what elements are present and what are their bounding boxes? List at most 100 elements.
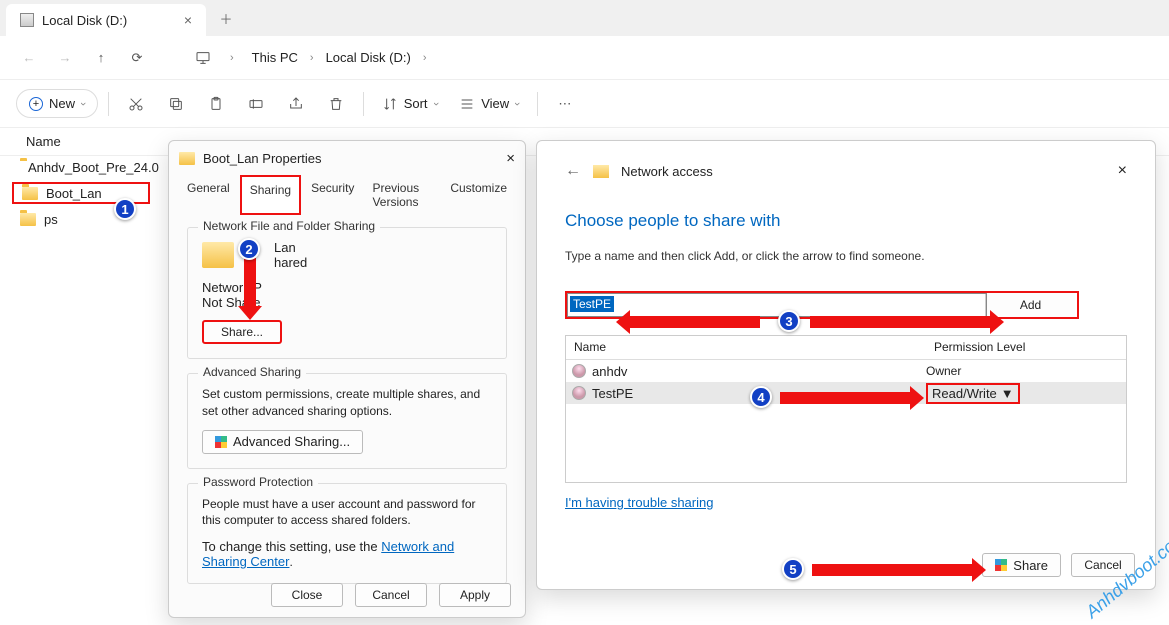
trouble-sharing-link[interactable]: I'm having trouble sharing (565, 495, 713, 510)
view-label: View (481, 96, 509, 111)
advanced-sharing-group: Advanced Sharing Set custom permissions,… (187, 373, 507, 469)
folder-list: Anhdv_Boot_Pre_24.0 Boot_Lan ps (0, 156, 162, 230)
share-status: hared (274, 255, 307, 270)
rename-icon[interactable] (239, 87, 273, 121)
sort-button[interactable]: Sort › (374, 87, 446, 121)
close-tab-icon[interactable]: × (184, 12, 192, 28)
dialog-title-bar[interactable]: Boot_Lan Properties × (169, 141, 525, 175)
folder-label: ps (44, 212, 58, 227)
row-name: anhdv (592, 364, 627, 379)
chevron-icon: › (310, 52, 314, 64)
share-button[interactable]: Share... (202, 320, 282, 344)
close-button[interactable]: Close (271, 583, 343, 607)
annotation-badge: 3 (778, 310, 800, 332)
share-label: Share (1013, 558, 1048, 573)
folder-icon (202, 242, 234, 268)
wizard-sub: Type a name and then click Add, or click… (565, 249, 1127, 263)
folder-label: Boot_Lan (46, 186, 102, 201)
sort-label: Sort (404, 96, 428, 111)
annotation-arrow (810, 316, 990, 328)
folder-item[interactable]: ps (0, 208, 162, 230)
annotation-badge: 1 (114, 198, 136, 220)
back-icon[interactable]: ← (565, 162, 581, 180)
advanced-desc: Set custom permissions, create multiple … (202, 386, 492, 420)
toolbar: + New › Sort › View › ⋯ (0, 80, 1169, 128)
group-label: Advanced Sharing (198, 365, 306, 379)
people-table: Name Permission Level anhdv Owner TestPE… (565, 335, 1127, 483)
password-desc: People must have a user account and pass… (202, 496, 492, 530)
copy-icon[interactable] (159, 87, 193, 121)
chevron-down-icon: › (511, 102, 523, 106)
nav-bar: ← → ↑ ⟳ › This PC › Local Disk (D:) › (0, 36, 1169, 80)
row-permission: Owner (926, 364, 961, 378)
annotation-badge: 2 (238, 238, 260, 260)
delete-icon[interactable] (319, 87, 353, 121)
forward-icon: → (56, 49, 74, 67)
chevron-down-icon: › (429, 102, 441, 106)
new-tab-button[interactable]: ＋ (212, 4, 240, 32)
chevron-icon: › (230, 52, 234, 64)
paste-icon[interactable] (199, 87, 233, 121)
view-button[interactable]: View › (451, 87, 527, 121)
tab-customize[interactable]: Customize (442, 175, 515, 215)
dialog-title: Boot_Lan Properties (203, 151, 322, 166)
properties-dialog: Boot_Lan Properties × General Sharing Se… (168, 140, 526, 618)
tab-security[interactable]: Security (303, 175, 362, 215)
col-name[interactable]: Name (566, 336, 926, 359)
cancel-button[interactable]: Cancel (355, 583, 427, 607)
chevron-down-icon: ▼ (1001, 386, 1014, 401)
crumb-pc[interactable]: This PC (252, 50, 298, 65)
folder-icon (179, 152, 195, 165)
network-access-dialog: ← Network access × Choose people to shar… (536, 140, 1156, 590)
folder-item[interactable]: Anhdv_Boot_Pre_24.0 (0, 156, 162, 178)
cut-icon[interactable] (119, 87, 153, 121)
properties-tabs: General Sharing Security Previous Versio… (169, 175, 525, 215)
permission-dropdown[interactable]: Read/Write ▼ (926, 383, 1020, 404)
new-button[interactable]: + New › (16, 89, 98, 118)
folder-icon (20, 213, 36, 226)
browser-tab-bar: Local Disk (D:) × ＋ (0, 0, 1169, 36)
share-submit-button[interactable]: Share (982, 553, 1061, 577)
tab-previous-versions[interactable]: Previous Versions (364, 175, 440, 215)
tab-general[interactable]: General (179, 175, 238, 215)
name-input[interactable]: TestPE (567, 293, 987, 317)
user-icon (572, 386, 586, 400)
tab-sharing[interactable]: Sharing (240, 175, 301, 215)
wizard-heading: Choose people to share with (565, 211, 1127, 231)
monitor-icon[interactable] (194, 49, 212, 67)
disk-icon (20, 13, 34, 27)
annotation-arrow (812, 564, 972, 576)
folder-icon (593, 165, 609, 178)
crumb-disk[interactable]: Local Disk (D:) (326, 50, 411, 65)
group-label: Password Protection (198, 475, 318, 489)
refresh-icon[interactable]: ⟳ (128, 49, 146, 67)
advanced-sharing-button[interactable]: Advanced Sharing... (202, 430, 363, 454)
annotation-arrow (244, 258, 256, 306)
chevron-down-icon: › (77, 102, 89, 106)
close-icon[interactable]: × (506, 150, 515, 167)
chevron-icon: › (423, 52, 427, 64)
share-name: Lan (274, 240, 307, 255)
shield-icon (215, 436, 227, 448)
share-icon[interactable] (279, 87, 313, 121)
shield-icon (995, 559, 1007, 571)
password-protection-group: Password Protection People must have a u… (187, 483, 507, 585)
apply-button[interactable]: Apply (439, 583, 511, 607)
folder-icon (22, 187, 38, 200)
tab-title: Local Disk (D:) (42, 13, 127, 28)
close-icon[interactable]: × (1118, 162, 1127, 180)
window-tab[interactable]: Local Disk (D:) × (6, 4, 206, 36)
col-permission[interactable]: Permission Level (926, 336, 1033, 359)
column-name[interactable]: Name (26, 134, 61, 149)
breadcrumb: This PC › Local Disk (D:) › (252, 50, 427, 65)
user-icon (572, 364, 586, 378)
annotation-arrow (780, 392, 910, 404)
more-icon[interactable]: ⋯ (548, 87, 582, 121)
name-input-value: TestPE (570, 296, 614, 312)
annotation-badge: 4 (750, 386, 772, 408)
dialog-footer: Close Cancel Apply (271, 583, 511, 607)
table-row[interactable]: anhdv Owner (566, 360, 1126, 382)
up-icon[interactable]: ↑ (92, 49, 110, 67)
folder-label: Anhdv_Boot_Pre_24.0 (28, 160, 159, 175)
network-sharing-group: Network File and Folder Sharing Lan hare… (187, 227, 507, 359)
